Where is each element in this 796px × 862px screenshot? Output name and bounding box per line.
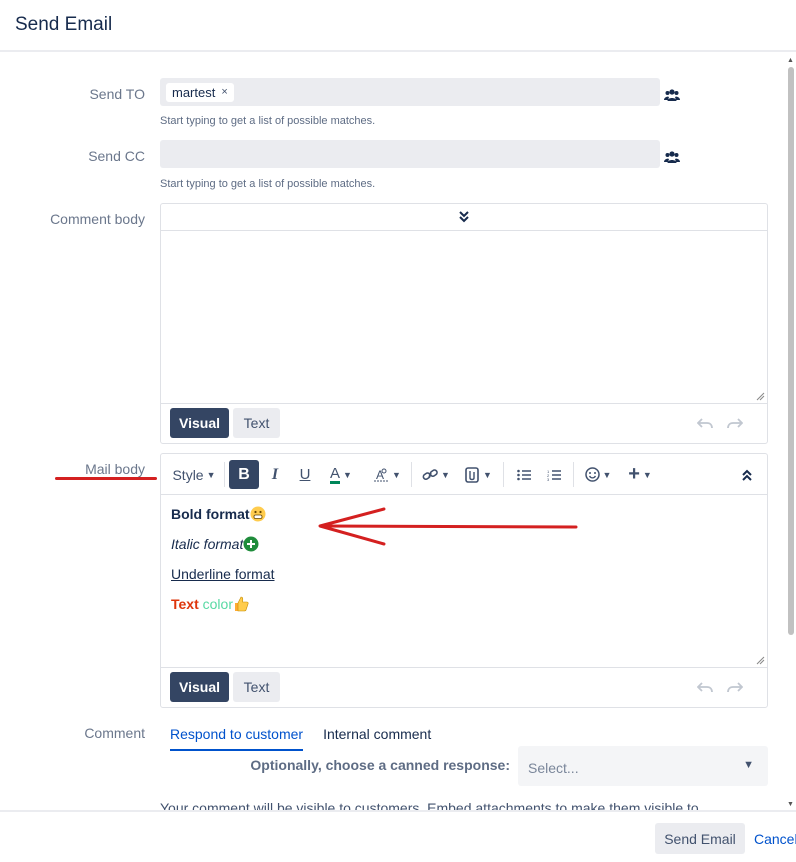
attachment-icon [465,466,479,483]
mail-editor-footer: Visual Text [161,668,767,707]
recipient-tag: martest × [166,83,234,102]
mail-line-underline: Underline format [171,565,757,595]
tab-internal-comment[interactable]: Internal comment [323,725,431,751]
remove-recipient-button[interactable]: × [221,83,227,102]
canned-response-placeholder: Select... [528,760,579,776]
chevron-down-icon: ▼ [483,469,492,480]
canned-response-label: Optionally, choose a canned response: [250,757,510,773]
send-to-input[interactable]: martest × [160,78,660,106]
toolbar-separator [411,462,412,487]
dialog-header: Send Email [0,0,796,52]
green-text: color [202,596,233,612]
link-dropdown[interactable]: ▼ [419,460,453,489]
resize-handle-icon[interactable] [756,656,765,665]
collapse-toolbar-icon [742,469,752,481]
text-color-dropdown[interactable]: A ▼ [323,460,359,489]
mail-line-color: Text color [171,595,757,625]
chevron-down-icon: ▼ [602,469,612,480]
chevron-down-icon: ▼ [441,469,450,480]
italic-button[interactable]: I [261,460,289,489]
comment-label: Comment [84,725,145,741]
cancel-link[interactable]: Cancel [754,831,796,847]
bold-button[interactable]: B [229,460,259,489]
people-icon[interactable] [664,150,680,164]
visual-mode-button[interactable]: Visual [170,408,229,438]
svg-text:3: 3 [547,477,550,481]
underline-button[interactable]: U [291,460,319,489]
scroll-up-icon[interactable]: ▲ [787,57,794,64]
style-dropdown-label: Style [172,466,204,483]
text-mode-button[interactable]: Text [233,672,280,702]
send-email-button[interactable]: Send Email [655,823,745,854]
annotation-underline [55,477,157,480]
comment-body-label: Comment body [50,211,145,227]
grinning-emoji-icon [250,506,266,522]
link-icon [422,468,438,480]
comment-editor-topbar [161,204,767,231]
annotation-arrow-icon [318,507,578,546]
mail-body-toolbar: Style ▼ B I U A ▼ A ▼ ▼ ▼ 1 2 3 ▼ + ▼ [161,454,767,495]
bullet-list-button[interactable] [511,460,537,489]
italic-text: Italic format [171,536,244,552]
red-text: Text [171,596,199,612]
resize-handle-icon[interactable] [756,392,765,401]
tab-respond-to-customer[interactable]: Respond to customer [170,725,304,751]
emoji-icon [584,467,600,482]
dialog-title: Send Email [15,14,113,35]
mail-body-editor: Style ▼ B I U A ▼ A ▼ ▼ ▼ 1 2 3 ▼ + ▼ Bo… [160,453,768,708]
send-cc-hint: Start typing to get a list of possible m… [160,178,376,190]
insert-more-dropdown[interactable]: + ▼ [623,460,657,489]
expand-toolbar-icon[interactable] [458,210,470,224]
undo-icon[interactable] [697,417,713,429]
toolbar-separator [224,462,225,487]
chevron-down-icon: ▼ [743,759,754,771]
undo-icon[interactable] [697,681,713,693]
comment-editor-footer: Visual Text [161,404,767,443]
bold-text: Bold format [171,506,250,522]
send-to-label: Send TO [89,86,145,102]
people-icon[interactable] [664,88,680,102]
style-dropdown[interactable]: Style ▼ [169,460,219,489]
send-to-hint: Start typing to get a list of possible m… [160,115,376,127]
content-scrollbar[interactable]: ▲ ▼ [786,53,796,810]
visual-mode-button[interactable]: Visual [170,672,229,702]
comment-body-editor: Visual Text [160,203,768,444]
canned-response-select[interactable]: Select... ▼ [518,746,768,786]
numbered-list-button[interactable]: 123 [541,460,567,489]
clear-format-dropdown[interactable]: A ▼ [369,460,405,489]
comment-body-textarea[interactable] [161,231,767,404]
send-email-dialog: Send Email Send TO martest × Start typin… [0,0,796,862]
redo-icon[interactable] [727,417,743,429]
thumbs-up-emoji-icon [235,596,249,612]
text-color-glyph: A [330,464,341,484]
recipient-tag-label: martest [172,85,216,100]
underline-text: Underline format [171,566,275,582]
chevron-down-icon: ▼ [392,469,401,480]
visibility-note: Your comment will be visible to customer… [160,800,699,810]
collapse-toolbar-button[interactable] [735,460,759,489]
svg-text:A: A [376,468,384,482]
toolbar-separator [573,462,574,487]
comment-tabs: Respond to customer Internal comment [170,725,431,751]
bullet-list-icon [517,469,531,480]
scroll-down-icon[interactable]: ▼ [787,801,794,808]
plus-icon: + [628,463,640,485]
dialog-content: Send TO martest × Start typing to get a … [0,53,786,810]
attachment-dropdown[interactable]: ▼ [461,460,495,489]
mail-body-label: Mail body [85,461,145,477]
add-circle-icon [243,536,259,552]
redo-icon[interactable] [727,681,743,693]
emoji-dropdown[interactable]: ▼ [581,460,615,489]
chevron-down-icon: ▼ [642,469,652,480]
scrollbar-thumb[interactable] [788,67,794,635]
clear-format-icon: A [374,468,389,482]
chevron-down-icon: ▼ [343,469,352,480]
toolbar-separator [503,462,504,487]
send-cc-label: Send CC [88,148,145,164]
dialog-footer: Send Email Cancel [0,810,796,862]
text-mode-button[interactable]: Text [233,408,280,438]
send-cc-input[interactable] [160,140,660,168]
numbered-list-icon: 123 [547,469,561,481]
chevron-down-icon: ▼ [206,469,216,480]
